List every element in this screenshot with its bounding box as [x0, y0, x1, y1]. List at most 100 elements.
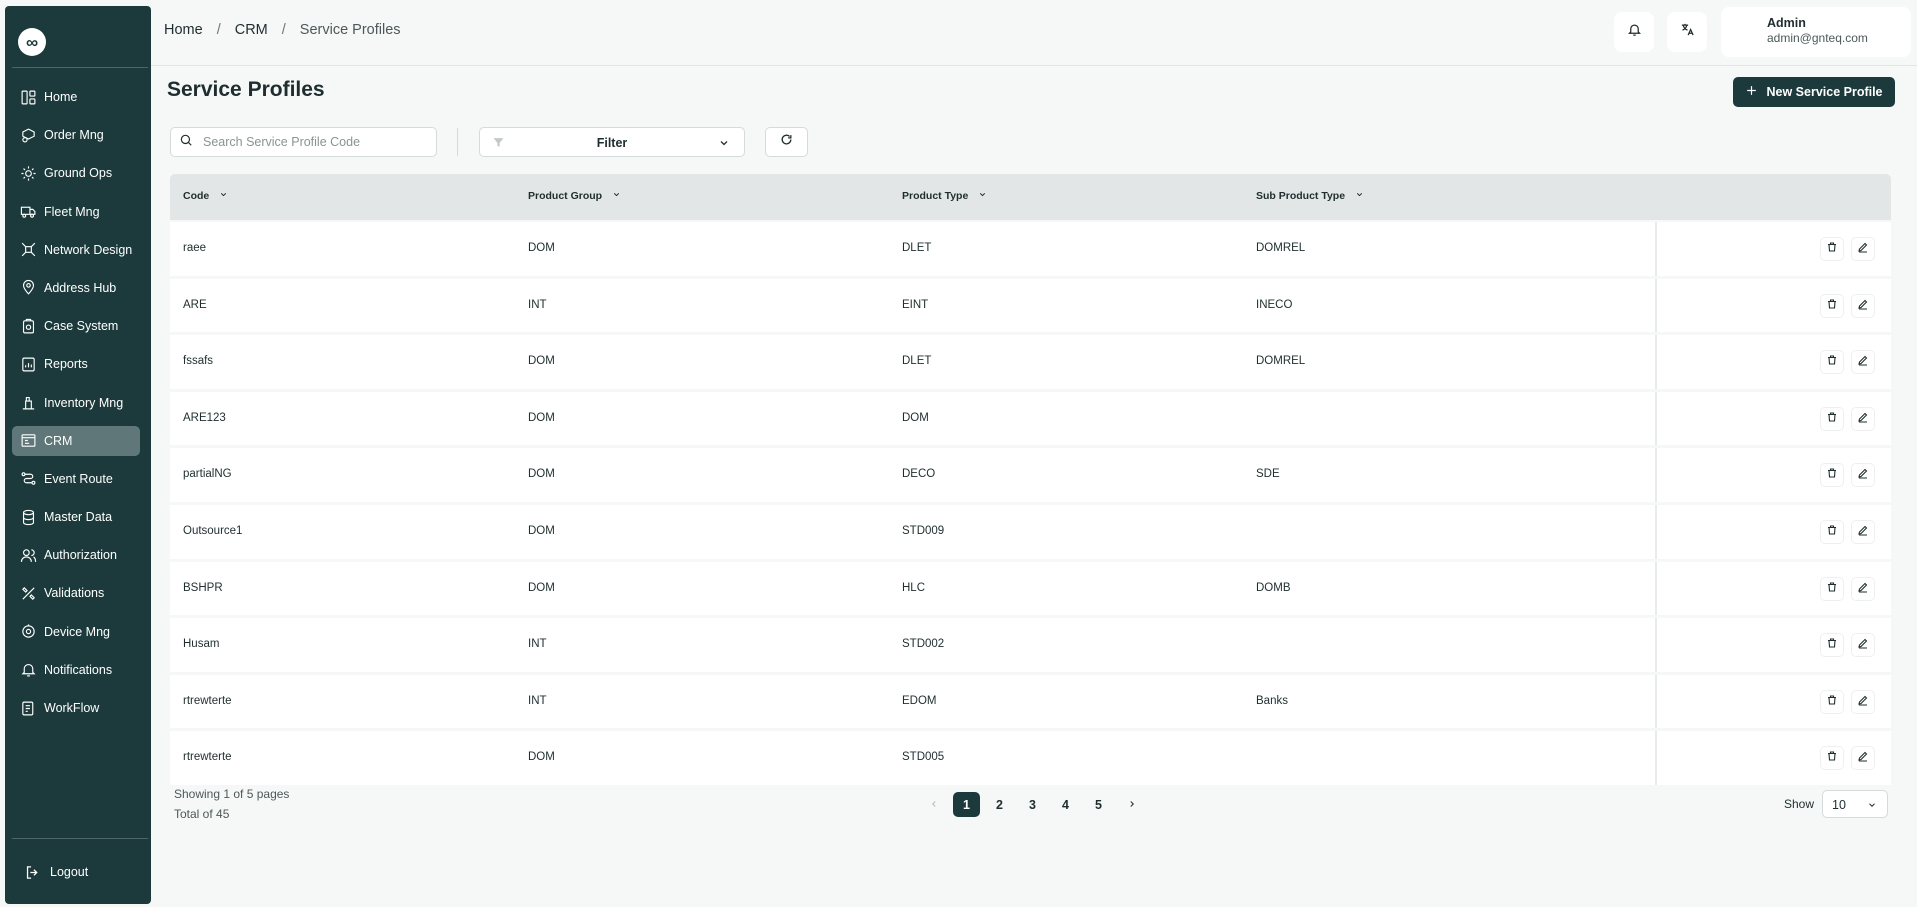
edit-button[interactable]	[1851, 689, 1875, 714]
search-input[interactable]	[203, 135, 423, 149]
delete-button[interactable]	[1820, 237, 1844, 261]
new-service-profile-button[interactable]: New Service Profile	[1733, 77, 1895, 107]
location-pin-icon	[18, 278, 38, 298]
column-header-product-group[interactable]: Product Group	[528, 190, 621, 202]
column-header-product-type[interactable]: Product Type	[902, 190, 987, 202]
page-button-1[interactable]: 1	[953, 792, 980, 817]
sidebar-item-validations[interactable]: Validations	[12, 578, 140, 608]
next-page-button[interactable]	[1118, 792, 1145, 817]
database-icon	[18, 507, 38, 527]
sidebar-items: Home Order Mng Ground Ops Fleet Mng Netw…	[12, 82, 140, 731]
language-button[interactable]	[1667, 12, 1707, 52]
page-size-label: Show	[1784, 797, 1815, 811]
cell-code: rtrewterte	[183, 751, 232, 764]
sidebar-item-master-data[interactable]: Master Data	[12, 502, 140, 532]
delete-button[interactable]	[1820, 689, 1844, 714]
cell-product-group: DOM	[528, 581, 555, 594]
page-button-3[interactable]: 3	[1019, 792, 1046, 817]
sidebar-item-order-mng[interactable]: Order Mng	[12, 120, 140, 150]
table-row: raee DOM DLET DOMREL	[170, 222, 1891, 276]
page-button-5[interactable]: 5	[1085, 792, 1112, 817]
sidebar-item-crm[interactable]: CRM	[12, 425, 140, 456]
sidebar-item-authorization[interactable]: Authorization	[12, 540, 140, 570]
edit-button[interactable]	[1851, 293, 1875, 318]
sidebar-item-label: Validations	[44, 586, 105, 601]
edit-button[interactable]	[1851, 350, 1875, 375]
cell-code: Outsource1	[183, 524, 243, 537]
sidebar-item-network-design[interactable]: Network Design	[12, 235, 140, 265]
cell-product-group: INT	[528, 298, 547, 311]
page-title: Service Profiles	[167, 78, 325, 101]
pencil-icon	[1857, 353, 1869, 371]
cell-product-type: EDOM	[902, 694, 937, 707]
sidebar-item-address-hub[interactable]: Address Hub	[12, 273, 140, 303]
delete-button[interactable]	[1820, 463, 1844, 488]
edit-button[interactable]	[1851, 576, 1875, 601]
cell-code: partialNG	[183, 468, 232, 481]
table-row: rtrewterte INT EDOM Banks	[170, 674, 1891, 729]
case-icon	[18, 316, 38, 336]
page-button-2[interactable]: 2	[986, 792, 1013, 817]
new-service-profile-label: New Service Profile	[1766, 85, 1883, 99]
sidebar-item-inventory-mng[interactable]: Inventory Mng	[12, 388, 140, 418]
row-action-separator	[1655, 504, 1657, 559]
delete-button[interactable]	[1820, 576, 1844, 601]
cell-product-type: DECO	[902, 468, 936, 481]
edit-button[interactable]	[1851, 633, 1875, 658]
sidebar-item-reports[interactable]: Reports	[12, 349, 140, 379]
logout-label: Logout	[50, 865, 89, 879]
notifications-button[interactable]	[1614, 12, 1654, 52]
pagination-showing: Showing 1 of 5 pages	[174, 787, 290, 801]
edit-button[interactable]	[1851, 237, 1875, 261]
delete-button[interactable]	[1820, 293, 1844, 318]
row-action-separator	[1655, 335, 1657, 389]
sidebar-item-case-system[interactable]: Case System	[12, 311, 140, 341]
delete-button[interactable]	[1820, 406, 1844, 431]
sidebar-item-event-route[interactable]: Event Route	[12, 464, 140, 494]
prev-page-button[interactable]	[920, 792, 947, 817]
column-header-label: Product Type	[902, 190, 969, 202]
logo[interactable]: ∞	[18, 28, 46, 56]
page-button-4[interactable]: 4	[1052, 792, 1079, 817]
edit-button[interactable]	[1851, 406, 1875, 431]
delete-button[interactable]	[1820, 633, 1844, 658]
sidebar-item-notifications[interactable]: Notifications	[12, 655, 140, 685]
cell-product-group: INT	[528, 638, 547, 651]
sidebar-item-device-mng[interactable]: Device Mng	[12, 617, 140, 647]
column-header-sub-product-type[interactable]: Sub Product Type	[1256, 190, 1364, 202]
sidebar-item-fleet-mng[interactable]: Fleet Mng	[12, 197, 140, 227]
sidebar-item-ground-ops[interactable]: Ground Ops	[12, 158, 140, 188]
cell-product-type: STD005	[902, 751, 945, 764]
table-row: fssafs DOM DLET DOMREL	[170, 335, 1891, 389]
sidebar-item-home[interactable]: Home	[12, 82, 140, 112]
breadcrumb-crm[interactable]: CRM	[235, 22, 268, 38]
trash-icon	[1826, 240, 1838, 258]
sidebar-item-label: Case System	[44, 319, 119, 334]
edit-button[interactable]	[1851, 519, 1875, 544]
page-size-select[interactable]: 10	[1822, 790, 1888, 818]
logout-button[interactable]: Logout	[22, 862, 88, 882]
delete-button[interactable]	[1820, 746, 1844, 771]
user-menu[interactable]: Admin admin@gnteq.com	[1721, 7, 1911, 57]
inventory-icon	[18, 393, 38, 413]
filter-dropdown[interactable]: Filter	[479, 127, 745, 157]
cell-product-group: DOM	[528, 468, 555, 481]
breadcrumb-home[interactable]: Home	[164, 22, 203, 38]
cell-product-group: DOM	[528, 524, 555, 537]
pencil-icon	[1857, 466, 1869, 484]
sidebar-divider	[12, 67, 148, 68]
sidebar-item-label: Address Hub	[44, 280, 117, 295]
pencil-icon	[1857, 749, 1869, 767]
refresh-button[interactable]	[765, 127, 808, 157]
edit-button[interactable]	[1851, 463, 1875, 488]
cell-product-group: DOM	[528, 242, 555, 254]
delete-button[interactable]	[1820, 350, 1844, 375]
edit-button[interactable]	[1851, 746, 1875, 771]
user-name: Admin	[1767, 16, 1806, 30]
column-header-code[interactable]: Code	[183, 190, 228, 202]
delete-button[interactable]	[1820, 519, 1844, 544]
sidebar-item-workflow[interactable]: WorkFlow	[12, 693, 140, 723]
trash-icon	[1826, 410, 1838, 428]
cell-product-group: DOM	[528, 751, 555, 764]
search-box	[170, 127, 437, 157]
